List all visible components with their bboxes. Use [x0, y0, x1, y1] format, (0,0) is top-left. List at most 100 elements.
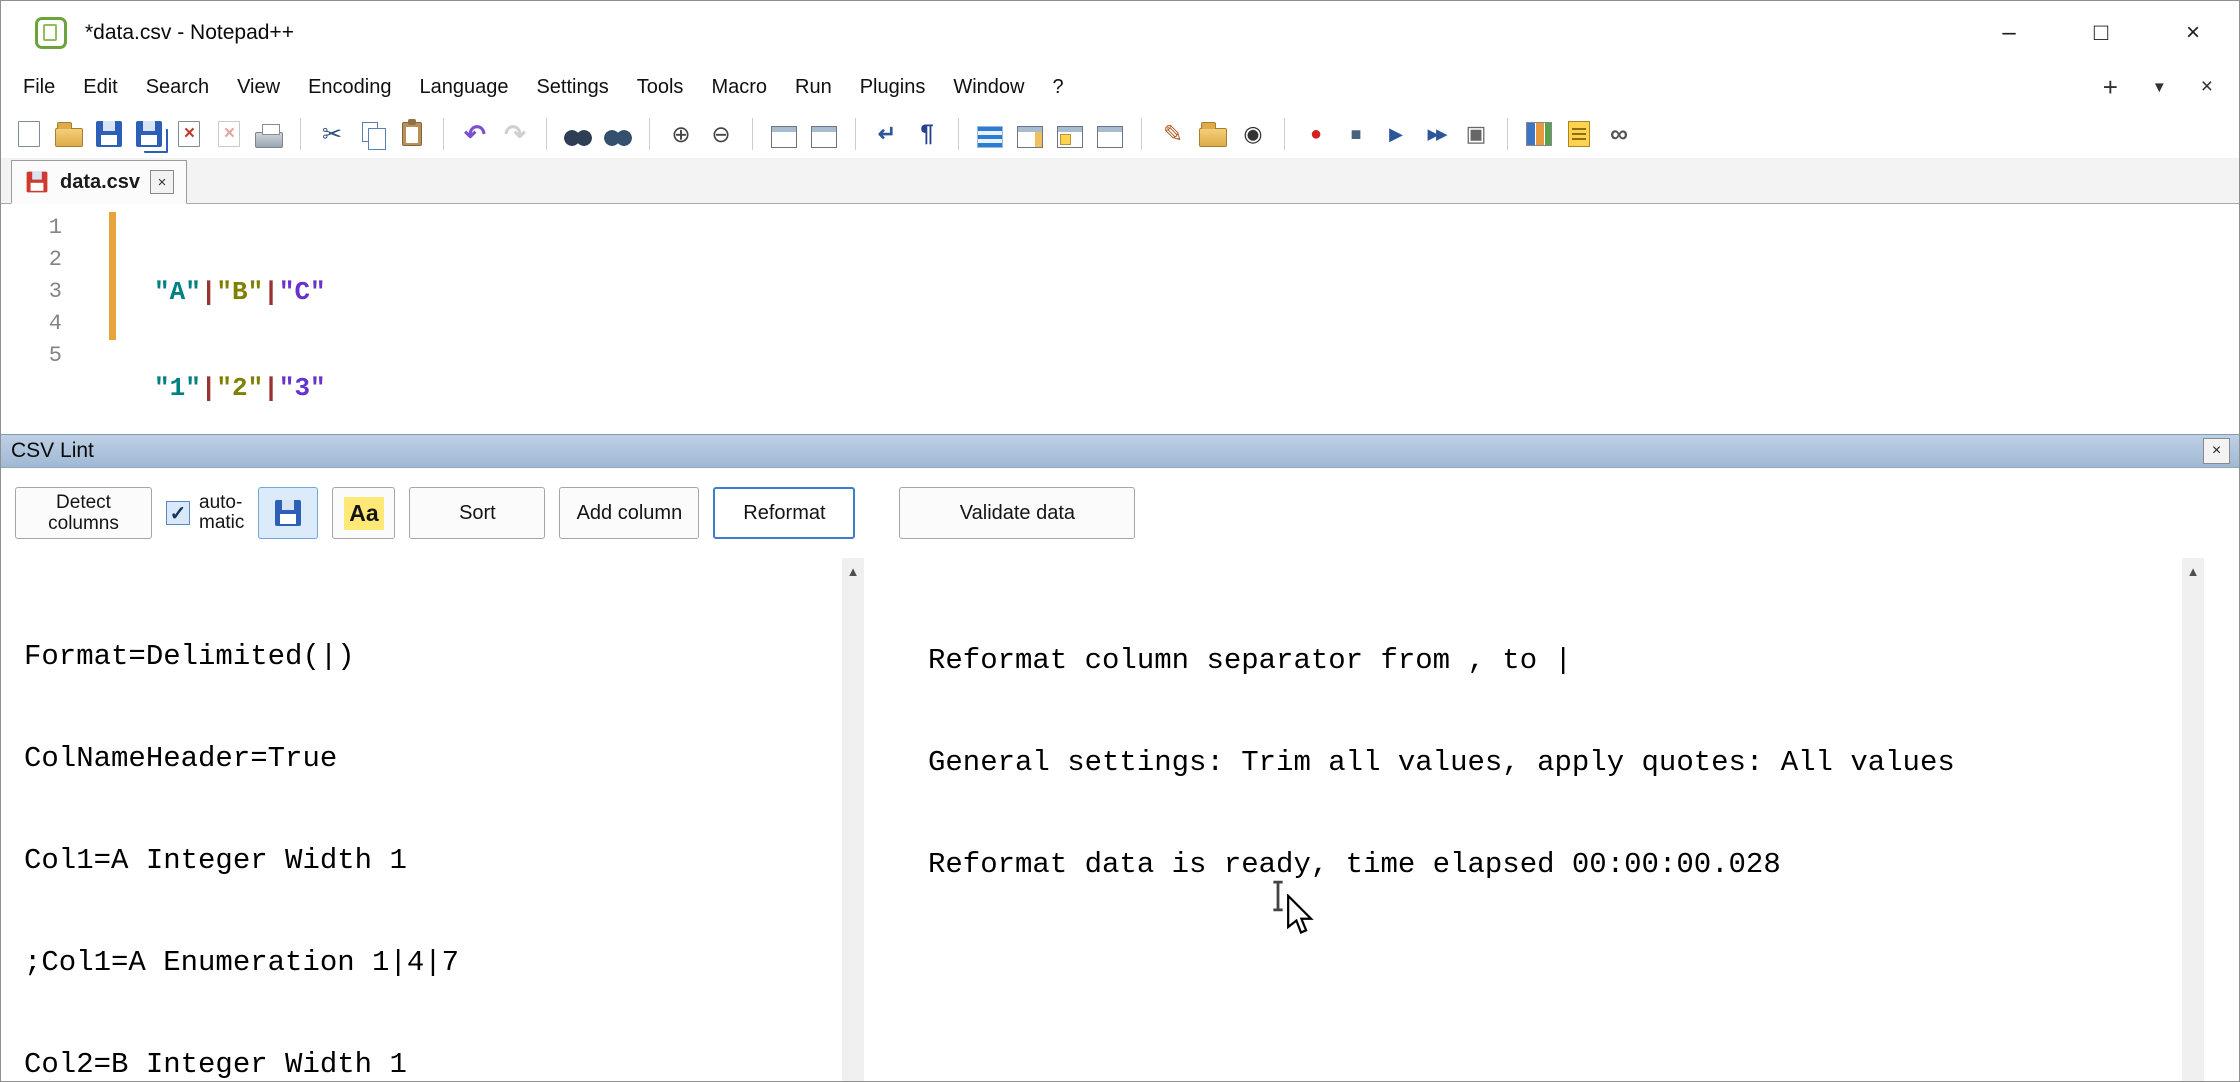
toolbar-separator [546, 118, 547, 150]
function-list-icon[interactable] [1054, 118, 1086, 150]
menu-language[interactable]: Language [405, 64, 522, 110]
floppy-shape [96, 121, 122, 147]
macro-record-icon[interactable]: ● [1300, 118, 1332, 150]
page-shape [18, 121, 40, 147]
macro-save-icon[interactable]: ▣ [1460, 118, 1492, 150]
menu-file[interactable]: File [9, 64, 69, 110]
floppy-shape [275, 500, 301, 526]
line-number-gutter: 1 2 3 4 5 [1, 212, 71, 372]
workspace-folder-icon[interactable] [1197, 118, 1229, 150]
schema-line: Format=Delimited(|) [24, 640, 842, 674]
close-button[interactable]: × [2147, 1, 2239, 64]
print-icon[interactable] [253, 118, 285, 150]
tab-close-icon[interactable]: × [150, 170, 174, 194]
save-all-icon[interactable] [133, 118, 165, 150]
open-file-icon[interactable] [53, 118, 85, 150]
show-all-characters-icon[interactable]: ¶ [911, 118, 943, 150]
new-file-icon[interactable] [13, 118, 45, 150]
menu-edit[interactable]: Edit [69, 64, 131, 110]
validate-data-button[interactable]: Validate data [899, 487, 1135, 539]
find-icon[interactable] [562, 118, 594, 150]
add-column-button[interactable]: Add column [559, 487, 699, 539]
menu-view[interactable]: View [223, 64, 294, 110]
macro-stop-icon[interactable]: ■ [1340, 118, 1372, 150]
tab-data-csv[interactable]: data.csv × [11, 160, 187, 204]
menu-window[interactable]: Window [939, 64, 1038, 110]
page-close-shape [178, 121, 200, 147]
csvlint-panel-header: CSV Lint × [1, 434, 2239, 468]
menu-tools[interactable]: Tools [623, 64, 698, 110]
zoom-out-icon[interactable]: ⊖ [705, 118, 737, 150]
save-file-icon[interactable] [93, 118, 125, 150]
schema-line: ColNameHeader=True [24, 742, 842, 776]
cut-icon[interactable]: ✂ [316, 118, 348, 150]
edit-pen-icon[interactable]: ✎ [1157, 118, 1189, 150]
replace-icon[interactable] [602, 118, 634, 150]
detect-columns-button[interactable]: Detect columns [15, 487, 152, 539]
schema-scrollbar[interactable]: ▲ [842, 558, 864, 1082]
schema-textarea[interactable]: Format=Delimited(|) ColNameHeader=True C… [1, 558, 842, 1082]
csvlint-columns-icon[interactable] [1523, 118, 1555, 150]
sync-horizontal-icon[interactable] [808, 118, 840, 150]
menu-plugins[interactable]: Plugins [846, 64, 940, 110]
undo-icon[interactable]: ↶ [459, 118, 491, 150]
window-controls: – □ × [1963, 1, 2239, 64]
csv-field: "3" [279, 373, 326, 403]
menu-macro[interactable]: Macro [697, 64, 781, 110]
menu-settings[interactable]: Settings [522, 64, 622, 110]
menu-search[interactable]: Search [132, 64, 223, 110]
editor-line: "A"|"B"|"C" [154, 276, 326, 308]
sync-vertical-icon[interactable] [768, 118, 800, 150]
csv-field: "1" [154, 373, 201, 403]
automatic-checkbox[interactable]: ✓ [166, 501, 190, 525]
csv-field: "C" [279, 277, 326, 307]
pane-shape [771, 126, 797, 148]
menu-run[interactable]: Run [781, 64, 846, 110]
reformat-button[interactable]: Reformat [713, 487, 855, 539]
editor-line: "1"|"2"|"3" [154, 372, 326, 404]
paste-icon[interactable] [396, 118, 428, 150]
file-monitoring-icon[interactable]: ◉ [1237, 118, 1269, 150]
zoom-in-icon[interactable]: ⊕ [665, 118, 697, 150]
toolbar: ✂ ↶ ↷ ⊕ ⊖ ↵ ¶ ✎ ◉ ● ■ ▶ ▶▶ ▣ ∞ [1, 110, 2239, 158]
word-wrap-icon[interactable]: ↵ [871, 118, 903, 150]
editor-area[interactable]: 1 2 3 4 5 "A"|"B"|"C" "1"|"2"|"3" "4"|"5… [1, 204, 2239, 434]
copy-icon[interactable] [356, 118, 388, 150]
notepadpp-logo-icon [35, 17, 67, 49]
minimize-button[interactable]: – [1963, 1, 2055, 64]
close-all-icon[interactable] [213, 118, 245, 150]
syntax-color-button[interactable]: Aa [332, 487, 395, 539]
csvlint-close-icon[interactable]: × [2203, 438, 2230, 464]
save-schema-button[interactable] [258, 487, 318, 539]
tab-list-icon[interactable]: ▼ [2152, 79, 2167, 96]
toolbar-separator [958, 118, 959, 150]
line-number: 2 [1, 244, 62, 276]
new-tab-icon[interactable]: + [2103, 72, 2118, 103]
menu-help[interactable]: ? [1038, 64, 1077, 110]
maximize-button[interactable]: □ [2055, 1, 2147, 64]
tab-bar: data.csv × [1, 158, 2239, 204]
indent-guide-icon[interactable] [974, 118, 1006, 150]
toolbar-separator [1284, 118, 1285, 150]
menu-bar: File Edit Search View Encoding Language … [1, 64, 2239, 110]
folder-shape [55, 128, 83, 147]
close-tab-icon[interactable]: × [2201, 75, 2213, 99]
document-list-icon[interactable] [1094, 118, 1126, 150]
macro-run-multiple-icon[interactable]: ▶▶ [1420, 118, 1452, 150]
redo-icon[interactable]: ↷ [499, 118, 531, 150]
log-scrollbar[interactable]: ▲ [2182, 558, 2204, 1082]
macro-play-icon[interactable]: ▶ [1380, 118, 1412, 150]
scroll-up-icon[interactable]: ▲ [842, 558, 864, 584]
scroll-up-icon[interactable]: ▲ [2182, 558, 2204, 584]
csvlint-panel-body: Detect columns ✓ auto- matic Aa Sort Add… [1, 468, 2239, 1082]
csv-separator: | [263, 277, 279, 307]
close-file-icon[interactable] [173, 118, 205, 150]
menu-encoding[interactable]: Encoding [294, 64, 405, 110]
sort-button[interactable]: Sort [409, 487, 545, 539]
log-textarea[interactable]: Reformat column separator from , to | Ge… [922, 558, 2182, 1082]
csvlint-link-icon[interactable]: ∞ [1603, 118, 1635, 150]
csv-field: "B" [216, 277, 263, 307]
line-number: 3 [1, 276, 62, 308]
document-map-icon[interactable] [1014, 118, 1046, 150]
csvlint-doc-icon[interactable] [1563, 118, 1595, 150]
